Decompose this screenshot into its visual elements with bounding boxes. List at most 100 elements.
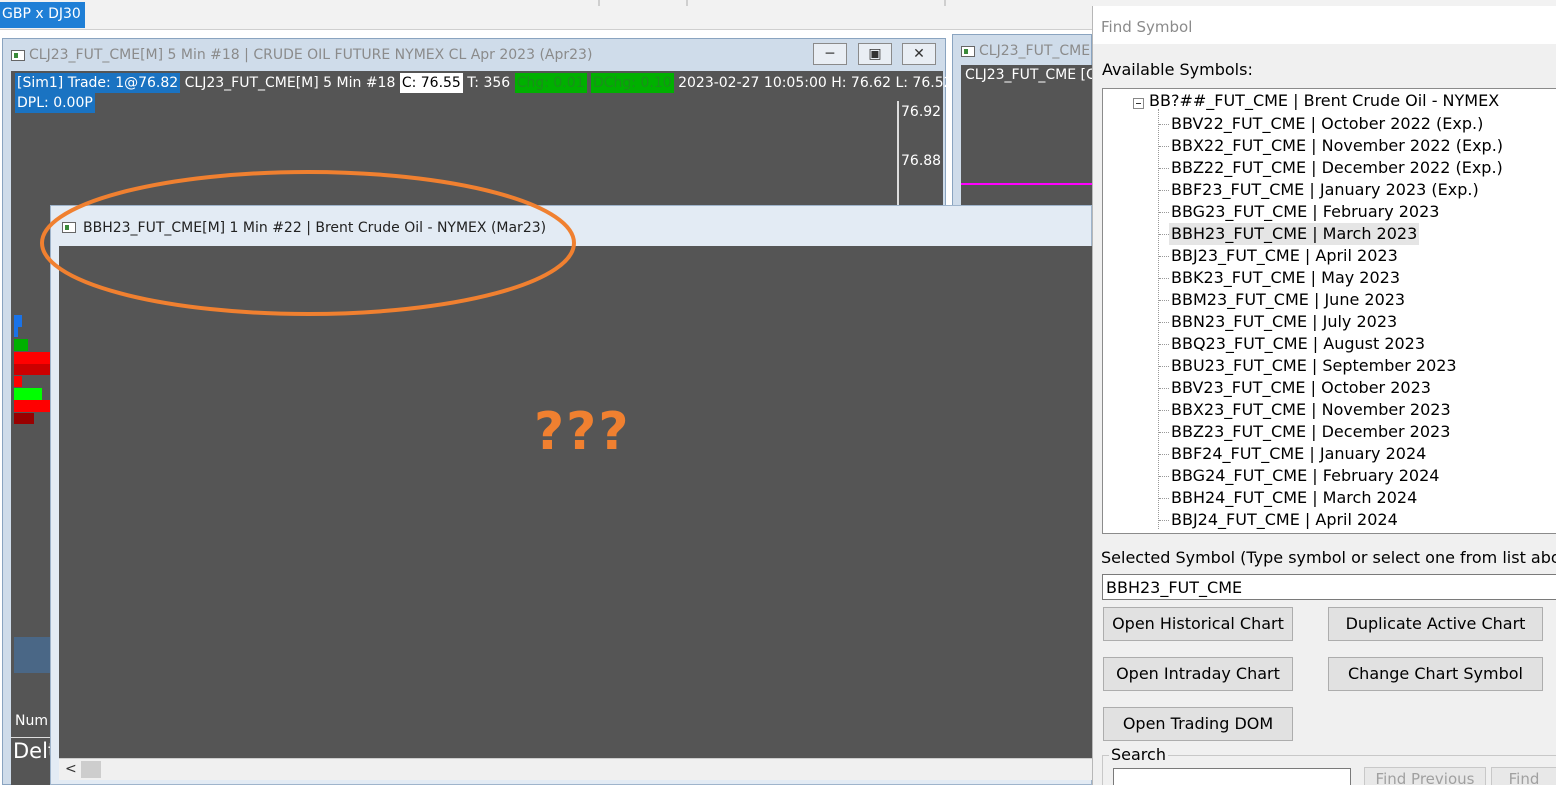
tree-guide-line: [1159, 190, 1169, 191]
tree-item-symbol[interactable]: BBX23_FUT_CME | November 2023: [1169, 399, 1453, 421]
volume-bar: [14, 352, 50, 364]
chartbook-tab-gbp-dj30[interactable]: GBP x DJ30: [0, 2, 85, 28]
tree-guide-line: [1159, 498, 1169, 499]
volume-bar: [14, 364, 50, 375]
tree-item-symbol[interactable]: BBV23_FUT_CME | October 2023: [1169, 377, 1433, 399]
volume-bar: [14, 327, 18, 337]
selected-symbol-label: Selected Symbol (Type symbol or select o…: [1101, 548, 1556, 567]
window-title: CLJ23_FUT_CME: [979, 43, 1091, 59]
tree-guide-line: [1159, 168, 1169, 169]
tree-item-symbol[interactable]: BBM23_FUT_CME | June 2023: [1169, 289, 1407, 311]
duplicate-active-chart-button[interactable]: Duplicate Active Chart: [1328, 607, 1543, 641]
open-historical-chart-button[interactable]: Open Historical Chart: [1103, 607, 1293, 641]
tree-guide-line: [1159, 124, 1169, 125]
price-label: 76.92: [901, 104, 942, 120]
volume-bar: [14, 413, 34, 424]
volume-bar: [14, 339, 28, 351]
highlight-region: [14, 637, 50, 673]
dpl-line: DPL: 0.00P: [15, 93, 95, 113]
chart-window-icon: [11, 50, 25, 61]
find-previous-button[interactable]: Find Previous: [1364, 767, 1486, 785]
tree-guide-line: [1159, 344, 1169, 345]
tree-guide-line: [1159, 278, 1169, 279]
bar-info: 2023-02-27 10:05:00 H: 76.62 L: 76.52 O:…: [678, 75, 986, 91]
scroll-thumb[interactable]: [81, 761, 101, 778]
volume-bar: [14, 388, 42, 400]
tree-item-symbol[interactable]: BBQ23_FUT_CME | August 2023: [1169, 333, 1427, 355]
change-value: Chg: 0.01: [514, 73, 587, 93]
tree-item-symbol[interactable]: BBF23_FUT_CME | January 2023 (Exp.): [1169, 179, 1481, 201]
open-intraday-chart-button[interactable]: Open Intraday Chart: [1103, 657, 1293, 691]
tree-item-symbol[interactable]: BBU23_FUT_CME | September 2023: [1169, 355, 1459, 377]
minimize-button[interactable]: ─: [813, 43, 847, 65]
search-input[interactable]: [1113, 768, 1351, 785]
tree-guide-line: [1159, 476, 1169, 477]
dpl-value: DPL: 0.00P: [15, 93, 95, 113]
toolbar-separator: [598, 0, 600, 6]
volume-bar: [14, 315, 22, 327]
search-legend: Search: [1109, 745, 1168, 764]
window-title-bar[interactable]: CLJ23_FUT_CME[M] 5 Min #18 | CRUDE OIL F…: [3, 39, 945, 69]
symbol-tree[interactable]: BB?##_FUT_CME | Brent Crude Oil - NYMEX …: [1102, 88, 1556, 534]
tree-guide-line: [1159, 520, 1169, 521]
close-button[interactable]: ✕: [902, 43, 936, 65]
tree-item-symbol[interactable]: BBN23_FUT_CME | July 2023: [1169, 311, 1399, 333]
chart-info-line: [Sim1] Trade: 1@76.82 CLJ23_FUT_CME[M] 5…: [15, 73, 986, 93]
tree-root-brent[interactable]: BB?##_FUT_CME | Brent Crude Oil - NYMEX: [1149, 91, 1499, 110]
tree-item-symbol[interactable]: BBJ23_FUT_CME | April 2023: [1169, 245, 1400, 267]
find-next-button[interactable]: Find: [1491, 767, 1556, 785]
subgraph-divider: [11, 737, 51, 738]
tree-item-symbol[interactable]: BBK23_FUT_CME | May 2023: [1169, 267, 1402, 289]
collapse-icon[interactable]: [1133, 98, 1144, 109]
symbol-info: CLJ23_FUT_CME[M] 5 Min #18: [184, 75, 396, 91]
price-label: 76.88: [901, 153, 942, 169]
scroll-left-icon[interactable]: <: [65, 761, 77, 777]
ticks-value: T: 356: [467, 75, 511, 91]
chart-window-bbh23-1min[interactable]: BBH23_FUT_CME[M] 1 Min #22 | Brent Crude…: [50, 205, 1093, 785]
tree-item-symbol[interactable]: BBZ23_FUT_CME | December 2023: [1169, 421, 1452, 443]
toolbar-separator: [944, 0, 946, 6]
question-marks-annotation: ???: [534, 402, 631, 462]
tree-guide-line: [1159, 146, 1169, 147]
tree-item-symbol[interactable]: BBF24_FUT_CME | January 2024: [1169, 443, 1428, 465]
tree-guide-line: [1159, 256, 1169, 257]
tree-guide-line: [1159, 432, 1169, 433]
chart-window-icon: [62, 222, 76, 233]
open-trading-dom-button[interactable]: Open Trading DOM: [1103, 707, 1293, 741]
tree-guide-line: [1159, 366, 1169, 367]
window-title-bar[interactable]: BBH23_FUT_CME[M] 1 Min #22 | Brent Crude…: [51, 206, 1091, 246]
window-title-bar[interactable]: CLJ23_FUT_CME: [953, 35, 1091, 65]
tree-item-symbol[interactable]: BBG23_FUT_CME | February 2023: [1169, 201, 1441, 223]
horizontal-scrollbar[interactable]: <: [59, 758, 1093, 780]
volume-bar: [14, 376, 22, 387]
tree-item-symbol[interactable]: BBJ24_FUT_CME | April 2024: [1169, 509, 1400, 531]
tree-guide-line: [1159, 234, 1169, 235]
tree-item-symbol[interactable]: BBZ22_FUT_CME | December 2022 (Exp.): [1169, 157, 1505, 179]
maximize-button[interactable]: ▣: [858, 43, 892, 65]
tree-item-symbol[interactable]: BBH23_FUT_CME | March 2023: [1169, 223, 1420, 245]
selected-symbol-input[interactable]: [1102, 574, 1556, 600]
change-chart-symbol-button[interactable]: Change Chart Symbol: [1328, 657, 1543, 691]
tree-item-symbol[interactable]: BBV22_FUT_CME | October 2022 (Exp.): [1169, 113, 1485, 135]
chart-info-line: CLJ23_FUT_CME [C]: [965, 67, 1102, 83]
trade-info: [Sim1] Trade: 1@76.82: [15, 73, 181, 93]
window-title: CLJ23_FUT_CME[M] 5 Min #18 | CRUDE OIL F…: [29, 47, 593, 63]
available-symbols-label: Available Symbols:: [1102, 60, 1253, 79]
find-symbol-dialog[interactable]: Find Symbol Available Symbols: BB?##_FUT…: [1092, 6, 1556, 785]
daily-change-value: DChg: 0.10: [590, 73, 674, 93]
tree-item-symbol[interactable]: BBH24_FUT_CME | March 2024: [1169, 487, 1419, 509]
tree-item-symbol[interactable]: BBG24_FUT_CME | February 2024: [1169, 465, 1441, 487]
tree-item-symbol[interactable]: BBX22_FUT_CME | November 2022 (Exp.): [1169, 135, 1505, 157]
dialog-title: Find Symbol: [1093, 6, 1556, 44]
tree-guide-line: [1159, 322, 1169, 323]
price-line: [961, 183, 1093, 185]
close-value: C: 76.55: [399, 73, 463, 93]
tree-guide-line: [1159, 410, 1169, 411]
chart-area-empty[interactable]: [59, 246, 1093, 758]
window-title: BBH23_FUT_CME[M] 1 Min #22 | Brent Crude…: [83, 220, 547, 236]
tree-guide-line: [1159, 212, 1169, 213]
tree-guide-line: [1159, 454, 1169, 455]
study-label-num: Num: [15, 713, 48, 729]
tree-guide-line: [1158, 109, 1159, 529]
toolbar-separator: [686, 0, 688, 6]
